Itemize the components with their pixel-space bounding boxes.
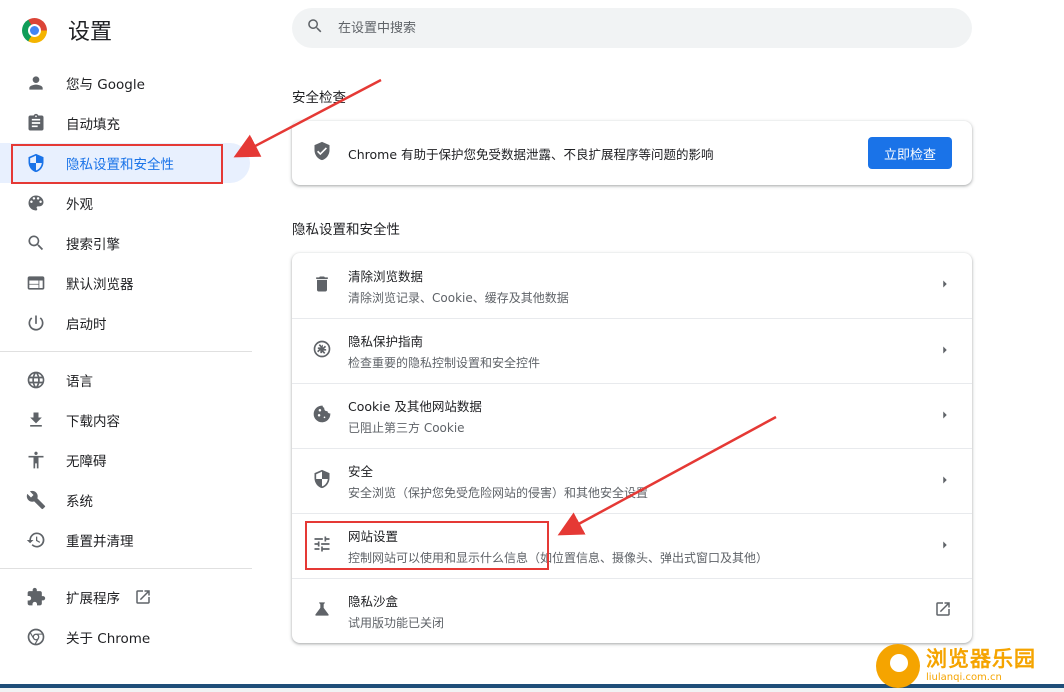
watermark-name: 浏览器乐园: [926, 646, 1036, 671]
row-subtitle: 检查重要的隐私控制设置和安全控件: [348, 356, 541, 370]
person-icon: [24, 71, 48, 95]
sidebar-item-autofill[interactable]: 自动填充: [0, 103, 250, 143]
sidebar-item-label: 启动时: [66, 317, 107, 333]
sidebar-item-search-engine[interactable]: 搜索引擎: [0, 223, 250, 263]
sidebar-item-label: 重置并清理: [66, 534, 134, 550]
settings-window: 设置 您与 Google 自动填充 隐私设置和安全性 外观 搜索引擎 默认浏览器: [0, 0, 1064, 688]
chrome-icon: [24, 625, 48, 649]
brand-header: 设置: [22, 14, 112, 46]
sidebar-item-label: 您与 Google: [66, 77, 145, 93]
search-icon: [306, 17, 324, 39]
row-text: 安全 安全浏览（保护您免受危险网站的侵害）和其他安全设置: [348, 461, 938, 501]
accessibility-icon: [24, 448, 48, 472]
cookie-icon: [312, 404, 332, 428]
row-subtitle: 安全浏览（保护您免受危险网站的侵害）和其他安全设置: [348, 486, 649, 500]
globe-icon: [24, 368, 48, 392]
row-security[interactable]: 安全 安全浏览（保护您免受危险网站的侵害）和其他安全设置: [292, 448, 972, 513]
sidebar-item-accessibility[interactable]: 无障碍: [0, 440, 250, 480]
flask-icon: [312, 599, 332, 623]
puzzle-icon: [24, 585, 48, 609]
chevron-right-icon: [938, 342, 952, 361]
chevron-right-icon: [938, 537, 952, 556]
row-title: 清除浏览数据: [348, 268, 424, 284]
row-text: 隐私沙盒 试用版功能已关闭: [348, 591, 934, 631]
sidebar-item-label: 自动填充: [66, 117, 120, 133]
row-cookies[interactable]: Cookie 及其他网站数据 已阻止第三方 Cookie: [292, 383, 972, 448]
row-title: Cookie 及其他网站数据: [348, 399, 482, 414]
chevron-right-icon: [938, 407, 952, 426]
sidebar-item-on-startup[interactable]: 启动时: [0, 303, 250, 343]
search-input[interactable]: [338, 20, 938, 36]
safety-check-card: Chrome 有助于保护您免受数据泄露、不良扩展程序等问题的影响 立即检查: [292, 121, 972, 185]
chrome-logo-icon: [22, 17, 47, 43]
row-title: 安全: [348, 464, 374, 479]
chevron-right-icon: [938, 472, 952, 491]
watermark-logo-icon: [876, 644, 920, 688]
sidebar-item-label: 扩展程序: [66, 591, 120, 607]
open-in-new-icon: [134, 588, 152, 606]
search-icon: [24, 231, 48, 255]
annotation-box-privacy-nav: [11, 144, 223, 184]
watermark-text: 浏览器乐园 liulanqi.com.cn: [926, 647, 1036, 685]
sidebar-item-appearance[interactable]: 外观: [0, 183, 250, 223]
row-privacy-guide[interactable]: 隐私保护指南 检查重要的隐私控制设置和安全控件: [292, 318, 972, 383]
wrench-icon: [24, 488, 48, 512]
row-subtitle: 清除浏览记录、Cookie、缓存及其他数据: [348, 290, 569, 305]
chevron-right-icon: [938, 276, 952, 295]
search-bar[interactable]: [292, 8, 972, 48]
shield-icon: [312, 469, 332, 493]
browser-icon: [24, 271, 48, 295]
sidebar-item-label: 语言: [66, 374, 93, 390]
download-icon: [24, 408, 48, 432]
row-privacy-sandbox[interactable]: 隐私沙盒 试用版功能已关闭: [292, 578, 972, 643]
row-text: 清除浏览数据 清除浏览记录、Cookie、缓存及其他数据: [348, 266, 938, 306]
privacy-section-title: 隐私设置和安全性: [292, 222, 400, 238]
sidebar-item-label: 关于 Chrome: [66, 631, 151, 647]
sidebar-item-languages[interactable]: 语言: [0, 360, 250, 400]
sidebar-item-about-chrome[interactable]: 关于 Chrome: [0, 617, 250, 657]
safety-check-title: 安全检查: [292, 90, 346, 106]
sidebar-item-you-and-google[interactable]: 您与 Google: [0, 63, 250, 103]
sidebar-item-label: 搜索引擎: [66, 237, 120, 253]
shield-check-icon: [312, 141, 332, 165]
watermark: 浏览器乐园 liulanqi.com.cn: [876, 643, 1062, 689]
check-now-button[interactable]: 立即检查: [867, 137, 952, 169]
sidebar-item-label: 默认浏览器: [66, 277, 134, 293]
row-title: 隐私保护指南: [348, 334, 424, 349]
sidebar-divider: [0, 568, 252, 569]
safety-check-description: Chrome 有助于保护您免受数据泄露、不良扩展程序等问题的影响: [348, 146, 714, 162]
watermark-url: liulanqi.com.cn: [926, 672, 1002, 683]
sidebar-divider: [0, 351, 252, 352]
row-subtitle: 试用版功能已关闭: [348, 616, 445, 630]
open-in-new-icon: [934, 600, 952, 622]
clipboard-icon: [24, 111, 48, 135]
sidebar-item-label: 下载内容: [66, 414, 120, 430]
trash-icon: [312, 274, 332, 298]
row-text: 隐私保护指南 检查重要的隐私控制设置和安全控件: [348, 331, 938, 371]
sidebar-item-label: 系统: [66, 494, 93, 510]
row-clear-browsing-data[interactable]: 清除浏览数据 清除浏览记录、Cookie、缓存及其他数据: [292, 253, 972, 318]
restore-icon: [24, 528, 48, 552]
sidebar-item-default-browser[interactable]: 默认浏览器: [0, 263, 250, 303]
sidebar-item-label: 外观: [66, 197, 93, 213]
annotation-box-site-settings: [305, 521, 549, 570]
power-icon: [24, 311, 48, 335]
page-title: 设置: [68, 20, 113, 45]
row-subtitle: 已阻止第三方 Cookie: [348, 421, 465, 435]
sidebar-item-reset[interactable]: 重置并清理: [0, 520, 250, 560]
sidebar-item-downloads[interactable]: 下载内容: [0, 400, 250, 440]
sidebar-item-extensions[interactable]: 扩展程序: [0, 577, 250, 617]
compass-icon: [312, 339, 332, 363]
sidebar-item-system[interactable]: 系统: [0, 480, 250, 520]
row-text: Cookie 及其他网站数据 已阻止第三方 Cookie: [348, 396, 938, 436]
row-title: 隐私沙盒: [348, 594, 399, 609]
privacy-settings-card: 清除浏览数据 清除浏览记录、Cookie、缓存及其他数据 隐私保护指南 检查重要…: [292, 253, 972, 643]
palette-icon: [24, 191, 48, 215]
sidebar-item-label: 无障碍: [66, 454, 107, 470]
